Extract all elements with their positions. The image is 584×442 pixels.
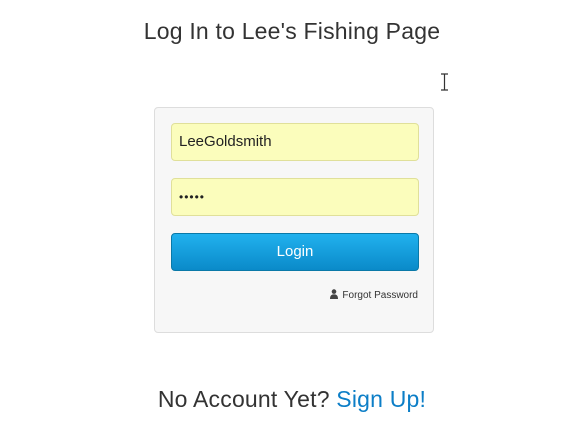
text-cursor-icon — [441, 73, 448, 91]
page-title: Log In to Lee's Fishing Page — [143, 18, 441, 44]
password-field[interactable]: ••••• — [171, 178, 419, 216]
username-field[interactable]: LeeGoldsmith — [171, 123, 419, 161]
signup-prompt: No Account Yet? Sign Up! — [0, 384, 584, 414]
login-card: LeeGoldsmith ••••• Login Forgot Password — [154, 107, 434, 333]
user-icon — [330, 289, 339, 299]
signup-link[interactable]: Sign Up! — [336, 386, 426, 412]
no-account-text: No Account Yet? — [157, 386, 330, 412]
login-button[interactable]: Login — [171, 233, 419, 271]
forgot-password-link[interactable]: Forgot Password — [330, 289, 418, 303]
forgot-password-label: Forgot Password — [342, 290, 418, 301]
